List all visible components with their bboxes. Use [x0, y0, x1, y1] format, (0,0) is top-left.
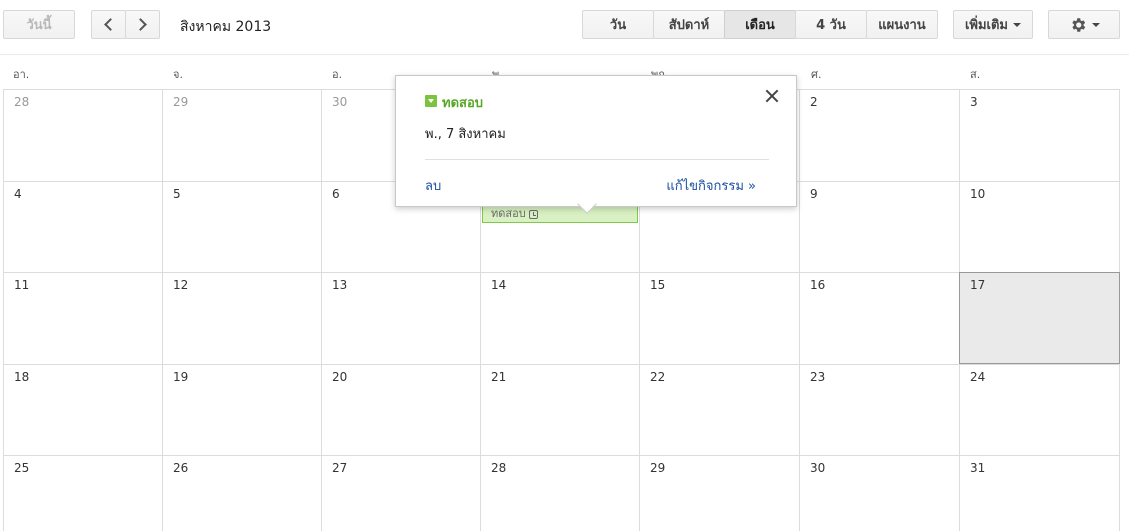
day-number[interactable]: 9 — [810, 187, 818, 201]
reminder-icon — [528, 209, 538, 219]
day-number[interactable]: 13 — [332, 278, 347, 292]
day-cell[interactable]: 26 — [162, 455, 321, 531]
day-cell[interactable]: 16 — [799, 272, 959, 364]
day-number[interactable]: 25 — [14, 461, 29, 475]
day-number[interactable]: 17 — [970, 278, 985, 292]
dow-tue: อ. — [332, 68, 343, 81]
nav-group — [91, 10, 160, 39]
close-icon[interactable] — [764, 88, 780, 104]
day-number[interactable]: 31 — [970, 461, 985, 475]
day-cell[interactable]: 27 — [321, 455, 480, 531]
today-button[interactable]: วันนี้ — [3, 10, 75, 39]
day-cell[interactable]: 19 — [162, 364, 321, 455]
dow-fri: ศ. — [811, 68, 822, 81]
calendar-color-dropdown-icon[interactable] — [425, 95, 437, 107]
day-cell[interactable]: 23 — [799, 364, 959, 455]
day-cell[interactable]: 9 — [799, 181, 959, 272]
day-cell-today[interactable]: 17 — [959, 272, 1120, 364]
day-number[interactable]: 11 — [14, 278, 29, 292]
more-label: เพิ่มเติม — [964, 18, 1009, 33]
day-number[interactable]: 5 — [173, 187, 181, 201]
day-cell[interactable]: 31 — [959, 455, 1120, 531]
day-number[interactable]: 4 — [14, 187, 22, 201]
edit-event-link[interactable]: แก้ไขกิจกรรม » — [666, 175, 756, 196]
day-cell[interactable]: 25 — [3, 455, 162, 531]
delete-link[interactable]: ลบ — [425, 175, 441, 196]
chevron-right-icon — [134, 18, 147, 31]
day-cell[interactable]: 22 — [639, 364, 799, 455]
event-chip[interactable]: ทดสอบ — [482, 205, 638, 223]
dow-sat: ส. — [970, 68, 981, 81]
day-number[interactable]: 29 — [173, 95, 188, 109]
day-number[interactable]: 23 — [810, 370, 825, 384]
more-button[interactable]: เพิ่มเติม — [953, 10, 1033, 39]
chevron-down-icon — [1091, 22, 1100, 27]
day-cell[interactable]: 29 — [162, 89, 321, 181]
day-cell[interactable]: 3 — [959, 89, 1120, 181]
day-number[interactable]: 10 — [970, 187, 985, 201]
day-number[interactable]: 22 — [650, 370, 665, 384]
day-number[interactable]: 28 — [491, 461, 506, 475]
day-cell[interactable]: 15 — [639, 272, 799, 364]
date-range-title: สิงหาคม 2013 — [180, 19, 272, 35]
day-number[interactable]: 26 — [173, 461, 188, 475]
day-cell[interactable]: 14 — [480, 272, 639, 364]
next-button[interactable] — [125, 10, 160, 39]
view-agenda-button[interactable]: แผนงาน — [866, 10, 938, 39]
day-number[interactable]: 12 — [173, 278, 188, 292]
popup-event-title: ทดสอบ — [442, 96, 484, 111]
gear-icon — [1071, 17, 1085, 32]
day-cell[interactable]: 20 — [321, 364, 480, 455]
day-number[interactable]: 20 — [332, 370, 347, 384]
day-cell[interactable]: 28 — [3, 89, 162, 181]
day-number[interactable]: 28 — [14, 95, 29, 109]
day-cell[interactable]: 24 — [959, 364, 1120, 455]
previous-button[interactable] — [91, 10, 126, 39]
day-number[interactable]: 30 — [332, 95, 347, 109]
day-number[interactable]: 2 — [810, 95, 818, 109]
event-detail-popup: ทดสอบ พ., 7 สิงหาคม ลบ แก้ไขกิจกรรม » — [395, 75, 797, 207]
day-number[interactable]: 3 — [970, 95, 978, 109]
day-cell[interactable]: 18 — [3, 364, 162, 455]
event-title: ทดสอบ — [491, 207, 526, 220]
view-switcher: วัน สัปดาห์ เดือน 4 วัน แผนงาน — [582, 10, 938, 39]
day-cell[interactable]: 21 — [480, 364, 639, 455]
day-number[interactable]: 21 — [491, 370, 506, 384]
chevron-left-icon — [104, 18, 117, 31]
settings-button[interactable] — [1048, 10, 1120, 39]
view-4days-button[interactable]: 4 วัน — [795, 10, 867, 39]
day-number[interactable]: 6 — [332, 187, 340, 201]
day-cell[interactable]: 11 — [3, 272, 162, 364]
day-number[interactable]: 18 — [14, 370, 29, 384]
popup-divider — [425, 159, 769, 160]
day-cell[interactable]: 4 — [3, 181, 162, 272]
day-cell[interactable]: 29 — [639, 455, 799, 531]
day-number[interactable]: 29 — [650, 461, 665, 475]
day-number[interactable]: 24 — [970, 370, 985, 384]
day-cell[interactable]: 10 — [959, 181, 1120, 272]
dow-sun: อา. — [13, 68, 30, 81]
dow-mon: จ. — [173, 68, 183, 81]
day-number[interactable]: 14 — [491, 278, 506, 292]
toolbar-divider — [0, 54, 1129, 55]
view-month-button[interactable]: เดือน — [724, 10, 796, 39]
chevron-down-icon — [1013, 22, 1022, 27]
day-cell[interactable]: 28 — [480, 455, 639, 531]
toolbar: วันนี้ สิงหาคม 2013 วัน สัปดาห์ เดือน 4 … — [0, 0, 1129, 50]
day-cell[interactable]: 30 — [799, 455, 959, 531]
day-number[interactable]: 30 — [810, 461, 825, 475]
day-number[interactable]: 16 — [810, 278, 825, 292]
day-number[interactable]: 15 — [650, 278, 665, 292]
view-week-button[interactable]: สัปดาห์ — [653, 10, 725, 39]
popup-event-date: พ., 7 สิงหาคม — [425, 127, 506, 142]
view-day-button[interactable]: วัน — [582, 10, 654, 39]
day-number[interactable]: 27 — [332, 461, 347, 475]
day-cell[interactable]: 13 — [321, 272, 480, 364]
day-cell[interactable]: 5 — [162, 181, 321, 272]
day-number[interactable]: 19 — [173, 370, 188, 384]
day-cell[interactable]: 12 — [162, 272, 321, 364]
day-cell[interactable]: 2 — [799, 89, 959, 181]
